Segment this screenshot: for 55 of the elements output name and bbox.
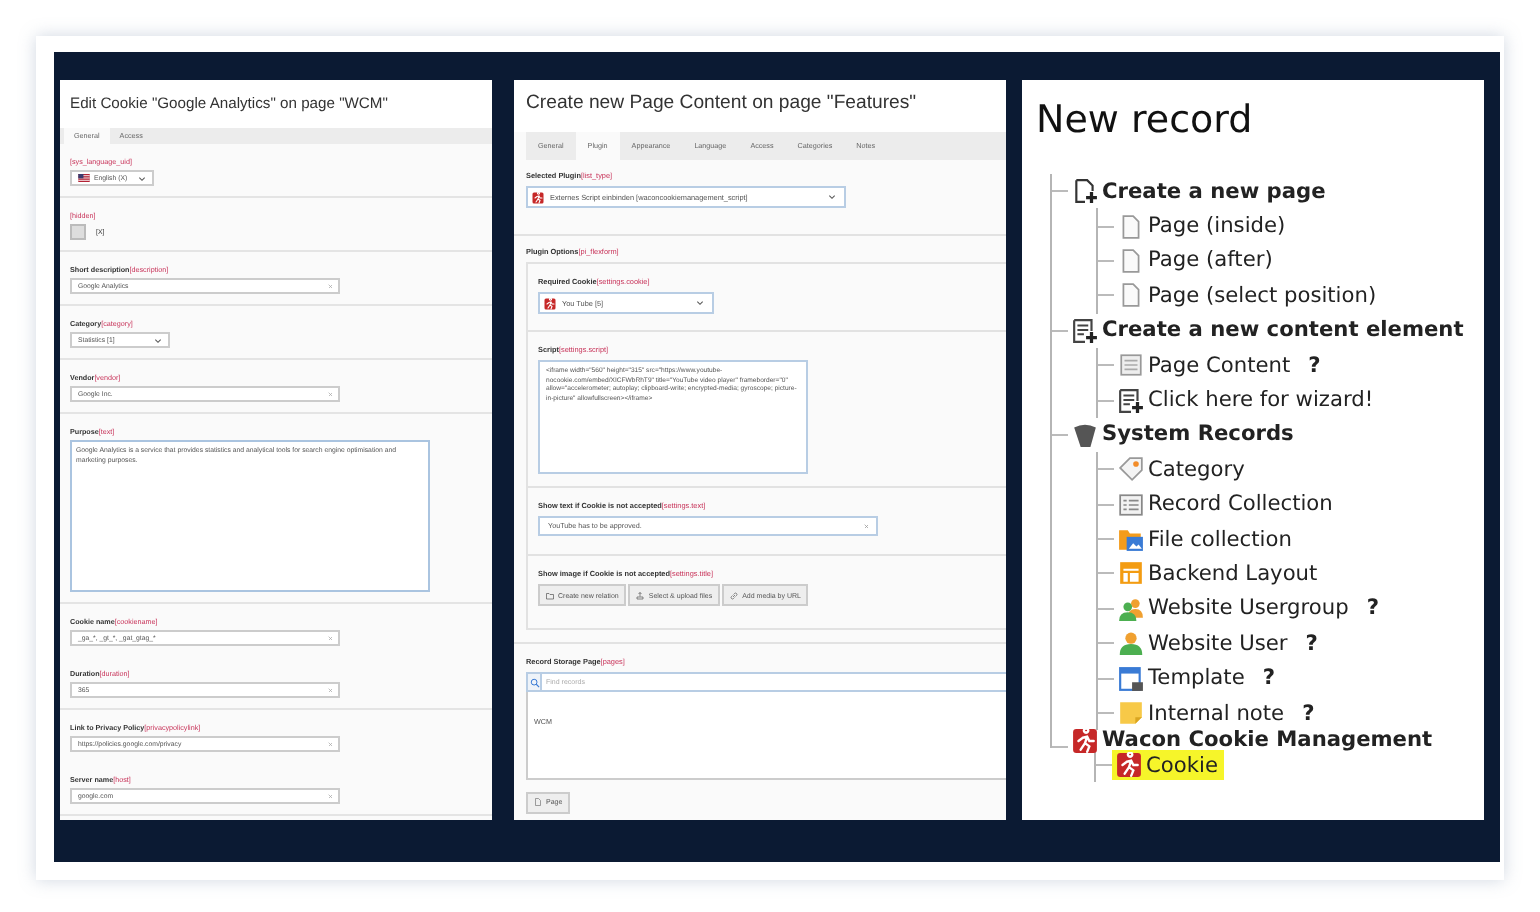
content-plus-icon (1072, 317, 1098, 344)
users-icon (1118, 595, 1144, 622)
help-mark[interactable]: ? (1262, 666, 1275, 691)
page-plus-icon (1072, 178, 1098, 205)
tree-item[interactable]: Page Content ? (1114, 350, 1327, 381)
tree-item[interactable]: File collection (1114, 524, 1298, 555)
runner-icon (532, 191, 544, 203)
search-button[interactable] (526, 672, 542, 692)
panel-title: New record (1034, 96, 1255, 144)
tree-item[interactable]: Backend Layout (1114, 558, 1324, 589)
page-icon (1118, 247, 1144, 274)
tree-item[interactable]: Template ? (1114, 663, 1281, 694)
note-icon (1118, 700, 1144, 727)
tree-item[interactable]: Record Collection (1114, 489, 1339, 520)
list-icon (1118, 491, 1144, 518)
tree-item[interactable]: Page (after) (1114, 245, 1279, 276)
help-mark[interactable]: ? (1305, 631, 1318, 656)
tag-icon (1118, 456, 1144, 483)
folder-icon (546, 591, 554, 599)
folder-image-icon (1118, 526, 1144, 553)
template-icon (1118, 665, 1144, 692)
help-mark[interactable]: ? (1366, 596, 1379, 621)
logo-icon (1072, 421, 1098, 448)
tree-item[interactable]: Internal note ? (1114, 698, 1321, 729)
layout-icon (1118, 560, 1144, 587)
tree-item[interactable]: Cookie (1112, 750, 1224, 781)
help-mark[interactable]: ? (1308, 353, 1321, 378)
tree-item[interactable]: Category (1114, 454, 1251, 485)
tree-item[interactable]: Create a new page (1068, 176, 1332, 207)
runner-icon (544, 297, 556, 309)
tree-item[interactable]: Click here for wizard! (1114, 385, 1380, 416)
help-mark[interactable]: ? (1302, 701, 1315, 726)
panel-title: Create new Page Content on page "Features" (514, 80, 1006, 132)
caret-icon (138, 175, 146, 181)
user-icon (1118, 630, 1144, 657)
tree-item[interactable]: Create a new content element (1068, 315, 1470, 346)
checkbox[interactable] (70, 224, 86, 240)
upload-icon (636, 591, 645, 599)
search-icon (529, 677, 539, 687)
flag-icon (78, 174, 90, 182)
content-plus-icon (1118, 387, 1144, 414)
content-icon (1118, 352, 1144, 379)
tree-item[interactable]: System Records (1068, 419, 1300, 450)
tree-item[interactable]: Website User ? (1114, 628, 1324, 659)
page-icon (1118, 282, 1144, 309)
link-icon (730, 591, 739, 599)
page-icon (534, 798, 542, 806)
page-icon (1118, 213, 1144, 240)
tree-item[interactable]: Page (select position) (1114, 280, 1383, 311)
tree-item[interactable]: Page (inside) (1114, 211, 1292, 242)
tree-item[interactable]: Wacon Cookie Management (1068, 725, 1439, 756)
caret-icon (154, 337, 162, 343)
tree-item[interactable]: Website Usergroup ? (1114, 593, 1385, 624)
caret-icon (828, 194, 836, 200)
caret-icon (696, 300, 704, 306)
